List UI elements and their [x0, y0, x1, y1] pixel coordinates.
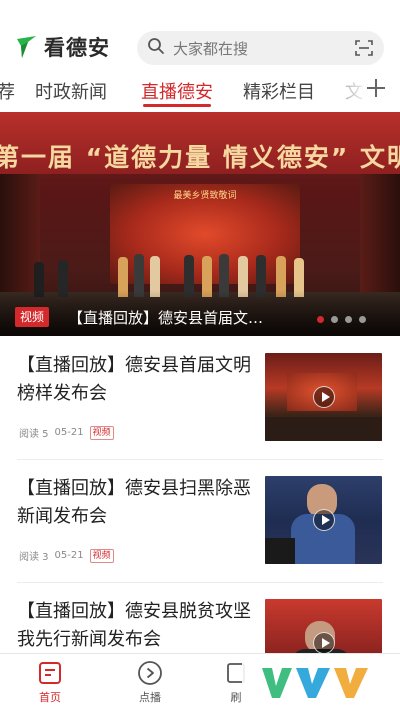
news-title: 【直播回放】德安县首届文明榜样发布会 [17, 355, 251, 404]
stage-caption: 最美乡贤致敬词 [173, 191, 237, 201]
banner-carousel[interactable]: 第一届 “道德力量 情义德安” 文明榜样发布 最美乡贤致敬词 视频 【直播回放】… [0, 112, 400, 336]
thumb-shadow [265, 538, 295, 564]
video-badge: 视频 [15, 307, 50, 327]
read-count: 阅读 3 [19, 552, 49, 563]
carousel-dot[interactable] [359, 316, 366, 323]
video-tag: 视频 [89, 425, 114, 440]
play-circle-icon [137, 660, 163, 686]
carousel-dot[interactable] [331, 316, 338, 323]
play-icon [312, 509, 335, 531]
home-icon [37, 660, 63, 686]
news-thumbnail [265, 476, 382, 564]
carousel-indicator [317, 316, 366, 323]
app-logo: 看德安 [14, 32, 110, 62]
news-meta: 阅读 3 05-21 视频 [19, 548, 114, 563]
read-count: 阅读 5 [19, 429, 49, 440]
watermark-logo [242, 654, 392, 710]
logo-icon [14, 34, 40, 60]
news-title: 【直播回放】德安县脱贫攻坚我先行新闻发布会 [17, 601, 251, 650]
banner-heading: 第一届 “道德力量 情义德安” 文明榜样发布 [0, 143, 400, 172]
news-meta: 阅读 5 05-21 视频 [19, 425, 114, 440]
header: 看德安 大家都在搜 [0, 0, 400, 68]
tab-featured-columns[interactable]: 精彩栏目 [243, 78, 315, 104]
play-icon [312, 632, 335, 654]
search-placeholder: 大家都在搜 [173, 39, 249, 58]
scan-icon[interactable] [354, 39, 374, 57]
news-title: 【直播回放】德安县扫黑除恶新闻发布会 [17, 478, 251, 527]
tab-live-dean[interactable]: 直播德安 [141, 78, 213, 104]
channel-tabs: 荐 时政新闻 直播德安 精彩栏目 文 [0, 72, 400, 110]
tab-politics-news[interactable]: 时政新闻 [35, 78, 107, 104]
nav-label: 点播 [139, 691, 161, 704]
publish-date: 05-21 [54, 427, 84, 438]
active-tab-indicator [143, 104, 211, 107]
thumb-floor [265, 417, 382, 441]
nav-home[interactable]: 首页 [20, 660, 80, 705]
nav-on-demand[interactable]: 点播 [120, 660, 180, 705]
app-name: 看德安 [44, 36, 110, 60]
banner-title[interactable]: 【直播回放】德安县首届文… [68, 307, 263, 328]
news-thumbnail [265, 353, 382, 441]
nav-label: 首页 [39, 691, 61, 704]
app-screen: 看德安 大家都在搜 荐 时政新闻 直播德安 精彩栏目 文 [0, 0, 400, 711]
carousel-dot[interactable] [345, 316, 352, 323]
news-item[interactable]: 【直播回放】德安县扫黑除恶新闻发布会 阅读 3 05-21 视频 [0, 459, 400, 582]
add-channel-button[interactable] [364, 76, 388, 100]
news-item[interactable]: 【直播回放】德安县首届文明榜样发布会 阅读 5 05-21 视频 [0, 336, 400, 459]
play-icon [312, 386, 335, 408]
video-tag: 视频 [89, 548, 114, 563]
search-icon [147, 37, 165, 59]
tab-recommend[interactable]: 荐 [0, 78, 15, 104]
carousel-dot[interactable] [317, 316, 324, 323]
search-bar[interactable]: 大家都在搜 [137, 31, 384, 65]
publish-date: 05-21 [54, 550, 84, 561]
